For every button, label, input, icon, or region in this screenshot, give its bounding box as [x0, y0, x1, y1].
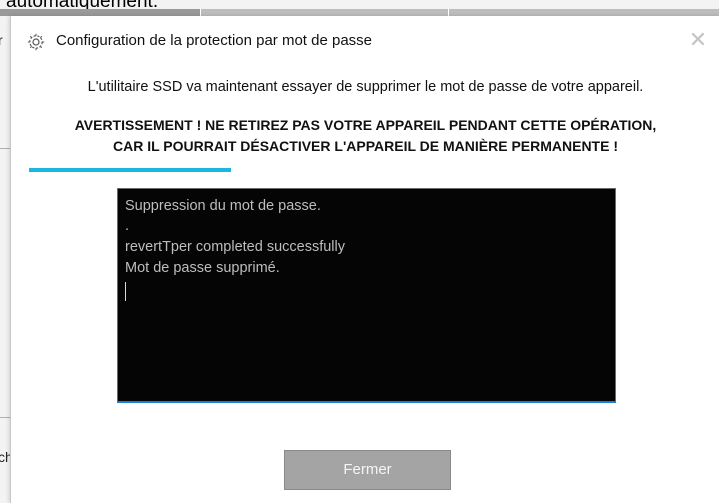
warning-line-1: AVERTISSEMENT ! NE RETIREZ PAS VOTRE APP… [74, 117, 657, 133]
warning-text: AVERTISSEMENT ! NE RETIREZ PAS VOTRE APP… [11, 115, 719, 157]
console-output[interactable]: Suppression du mot de passe. . revertTpe… [117, 188, 616, 403]
background-divider [0, 148, 10, 149]
password-protection-dialog: Configuration de la protection par mot d… [10, 16, 719, 503]
background-divider [0, 417, 10, 418]
console-line: Suppression du mot de passe. [125, 198, 321, 214]
dialog-title: Configuration de la protection par mot d… [56, 32, 373, 49]
warning-line-2: CAR IL POURRAIT DÉSACTIVER L'APPAREIL DE… [112, 138, 619, 154]
close-icon[interactable]: ✕ [686, 28, 710, 52]
progress-fill [29, 168, 231, 172]
dialog-titlebar[interactable]: Configuration de la protection par mot d… [11, 16, 719, 66]
background-toolbar-strip [0, 9, 719, 16]
console-line: revertTper completed successfully [125, 239, 345, 255]
console-line: . [125, 218, 130, 234]
info-message: L'utilitaire SSD va maintenant essayer d… [87, 79, 644, 95]
console-line: Mot de passe supprimé. [125, 260, 280, 276]
background-left-fragment: r [0, 32, 3, 48]
gear-icon [27, 33, 45, 51]
text-caret [125, 282, 126, 301]
close-button[interactable]: Fermer [284, 450, 451, 490]
progress-bar [29, 168, 701, 172]
